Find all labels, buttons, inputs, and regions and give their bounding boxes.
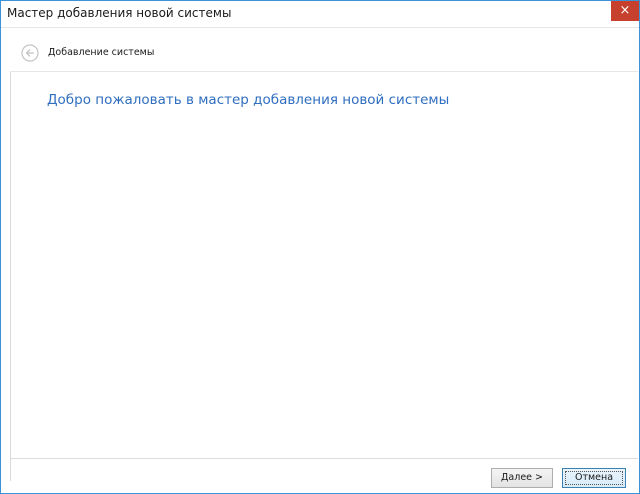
header-divider: [10, 71, 638, 72]
title-divider: [1, 27, 639, 28]
close-icon: ×: [619, 3, 631, 18]
footer-divider: [10, 458, 638, 459]
window-title: Мастер добавления новой системы: [7, 6, 232, 20]
arrow-left-circle-icon: [21, 44, 39, 62]
title-bar[interactable]: Мастер добавления новой системы ×: [1, 1, 639, 27]
close-button[interactable]: ×: [611, 1, 639, 21]
wizard-header: Добавление системы: [10, 35, 638, 71]
step-title: Добавление системы: [48, 47, 155, 58]
welcome-heading: Добро пожаловать в мастер добавления нов…: [47, 92, 450, 108]
cancel-button[interactable]: Отмена: [562, 468, 626, 488]
back-button[interactable]: [21, 44, 39, 62]
cancel-button-label: Отмена: [574, 472, 614, 483]
content-left-border: [10, 35, 11, 481]
wizard-window: Мастер добавления новой системы ×: [0, 0, 640, 494]
next-button[interactable]: Далее >: [491, 468, 553, 488]
